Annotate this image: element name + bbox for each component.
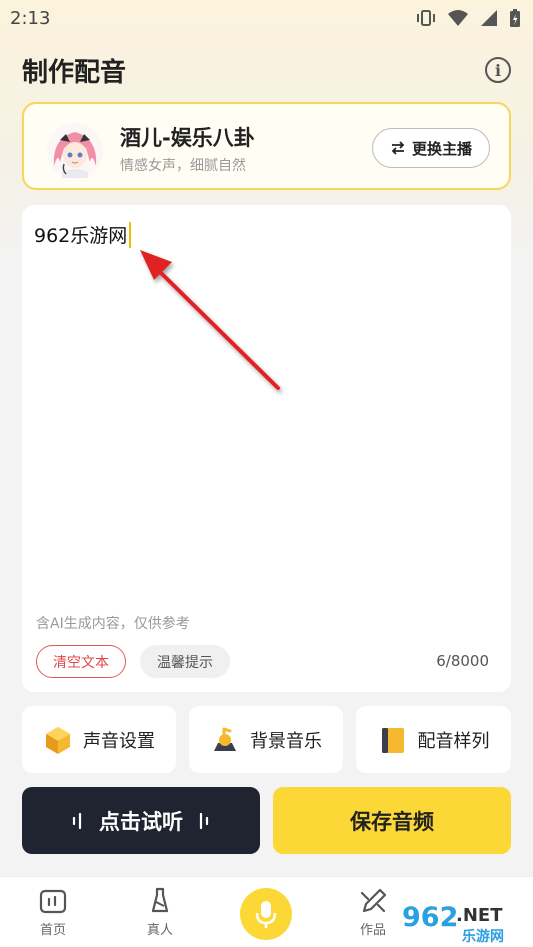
tab-home-label: 首页 (39, 923, 66, 938)
switch-anchor-label: 更换主播 (411, 139, 472, 158)
sample-list-label: 配音样列 (417, 730, 490, 752)
char-count: 6/8000 (436, 652, 489, 670)
sample-list-button[interactable]: 配音样列 (356, 706, 511, 773)
switch-anchor-button[interactable]: 更换主播 (372, 128, 490, 168)
vibrate-icon (417, 10, 435, 26)
background-music-icon (214, 727, 236, 751)
page-title: 制作配音 (22, 58, 127, 88)
microphone-icon (255, 901, 277, 928)
info-icon[interactable]: i (485, 57, 511, 83)
save-audio-button[interactable]: 保存音频 (273, 787, 511, 854)
pencil-icon (360, 888, 387, 913)
person-icon (151, 887, 169, 913)
home-icon (39, 889, 67, 914)
anchor-description: 情感女声，细腻自然 (120, 158, 246, 174)
clear-text-button[interactable]: 清空文本 (36, 645, 126, 678)
tab-home[interactable]: 首页 (18, 887, 88, 945)
sample-book-icon (381, 727, 404, 753)
bottom-tab-bar: 首页 真人 作品 (0, 876, 533, 947)
sound-wave-right-icon (199, 812, 209, 829)
voice-settings-label: 声音设置 (83, 730, 155, 752)
anchor-card[interactable]: 酒儿-娱乐八卦 情感女声，细腻自然 更换主播 (22, 102, 511, 190)
swap-icon (391, 141, 405, 155)
preview-listen-button[interactable]: 点击试听 (22, 787, 260, 854)
battery-icon (510, 9, 520, 27)
background-music-label: 背景音乐 (250, 730, 322, 752)
signal-icon (481, 10, 497, 26)
text-editor[interactable]: 962乐游网 含AI生成内容，仅供参考 清空文本 温馨提示 6/8000 (22, 205, 511, 692)
background-music-button[interactable]: 背景音乐 (189, 706, 343, 773)
anchor-name: 酒儿-娱乐八卦 (120, 126, 255, 150)
tab-record[interactable] (240, 888, 292, 940)
tips-button[interactable]: 温馨提示 (140, 645, 230, 678)
tab-works[interactable]: 作品 (338, 887, 408, 945)
tab-real-person-label: 真人 (146, 923, 173, 938)
wifi-icon (448, 10, 468, 26)
status-bar: 2:13 (0, 0, 533, 36)
tab-real-person[interactable]: 真人 (125, 887, 195, 945)
editor-text: 962乐游网 (34, 225, 128, 247)
text-cursor (129, 221, 132, 248)
tab-works-label: 作品 (359, 923, 386, 938)
preview-listen-label: 点击试听 (99, 809, 183, 834)
editor-text-area[interactable]: 962乐游网 (34, 221, 132, 248)
voice-settings-icon (46, 726, 70, 754)
ai-disclaimer: 含AI生成内容，仅供参考 (36, 616, 190, 632)
voice-settings-button[interactable]: 声音设置 (22, 706, 176, 773)
sound-wave-left-icon (72, 812, 82, 829)
anchor-avatar (47, 123, 103, 179)
status-time: 2:13 (10, 7, 51, 29)
status-icons (415, 8, 521, 28)
